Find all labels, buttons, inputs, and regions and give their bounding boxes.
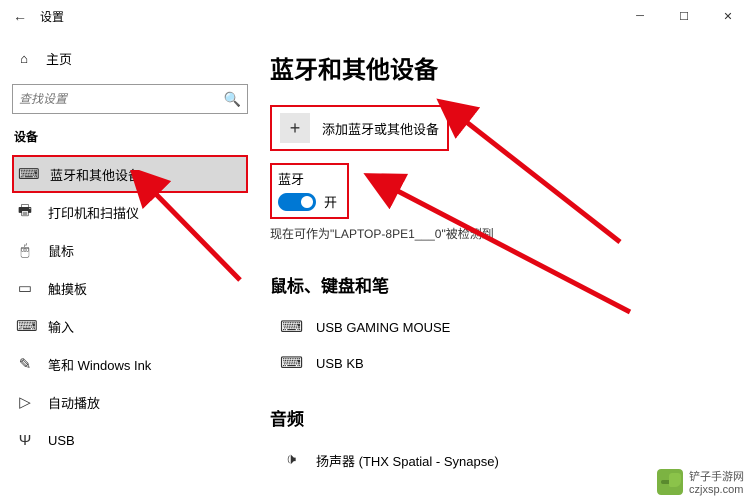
- device-name: USB KB: [316, 356, 364, 371]
- sidebar-item-usb[interactable]: Ψ USB: [12, 421, 248, 459]
- add-device-label: 添加蓝牙或其他设备: [322, 119, 439, 138]
- sidebar-item-autoplay[interactable]: ▷ 自动播放: [12, 383, 248, 421]
- sidebar-item-label: 自动播放: [48, 393, 100, 412]
- content-pane: 蓝牙和其他设备 + 添加蓝牙或其他设备 蓝牙 开 现在可作为"LAPTOP-8P…: [260, 32, 750, 500]
- autoplay-icon: ▷: [16, 393, 34, 411]
- minimize-button[interactable]: ─: [618, 0, 662, 32]
- group-heading-audio: 音频: [270, 405, 726, 430]
- speaker-icon: 🕩: [280, 451, 302, 469]
- sidebar-item-label: 打印机和扫描仪: [48, 203, 139, 222]
- bluetooth-toggle[interactable]: [278, 193, 316, 211]
- sidebar-item-bluetooth[interactable]: ⌨ 蓝牙和其他设备: [12, 155, 248, 193]
- sidebar-item-mouse[interactable]: 🖱 鼠标: [12, 231, 248, 269]
- bluetooth-state: 开: [324, 192, 337, 211]
- back-button[interactable]: ←: [8, 4, 32, 28]
- search-input[interactable]: [19, 92, 224, 106]
- device-item[interactable]: ⌨ USB KB: [270, 345, 726, 381]
- keyboard-icon: ⌨: [280, 317, 302, 337]
- close-button[interactable]: ✕: [706, 0, 750, 32]
- home-icon: ⌂: [16, 51, 32, 66]
- home-link[interactable]: ⌂ 主页: [12, 40, 248, 76]
- sidebar-section-label: 设备: [14, 128, 248, 145]
- sidebar-item-label: 蓝牙和其他设备: [50, 165, 141, 184]
- typing-icon: ⌨: [16, 317, 34, 335]
- plus-icon: +: [280, 113, 310, 143]
- pen-icon: ✎: [16, 355, 34, 373]
- watermark-logo: [657, 469, 683, 495]
- watermark: 铲子手游网 czjxsp.com: [657, 468, 744, 496]
- search-box[interactable]: 🔍: [12, 84, 248, 114]
- devices-icon: ⌨: [18, 165, 36, 183]
- mouse-icon: 🖱: [16, 242, 34, 259]
- touchpad-icon: ▭: [16, 279, 34, 297]
- home-label: 主页: [46, 49, 72, 68]
- group-heading-input: 鼠标、键盘和笔: [270, 272, 726, 297]
- sidebar-item-label: 触摸板: [48, 279, 87, 298]
- sidebar-item-label: 输入: [48, 317, 74, 336]
- sidebar: ⌂ 主页 🔍 设备 ⌨ 蓝牙和其他设备 🖶 打印机和扫描仪 🖱 鼠标 ▭: [0, 32, 260, 500]
- bluetooth-toggle-group: 蓝牙 开: [270, 163, 349, 219]
- maximize-button[interactable]: ☐: [662, 0, 706, 32]
- page-title: 蓝牙和其他设备: [270, 50, 726, 85]
- add-device-button[interactable]: + 添加蓝牙或其他设备: [270, 105, 449, 151]
- device-name: 扬声器 (THX Spatial - Synapse): [316, 451, 499, 470]
- usb-icon: Ψ: [16, 432, 34, 449]
- search-icon: 🔍: [224, 91, 241, 108]
- sidebar-item-touchpad[interactable]: ▭ 触摸板: [12, 269, 248, 307]
- keyboard-icon: ⌨: [280, 353, 302, 373]
- sidebar-item-typing[interactable]: ⌨ 输入: [12, 307, 248, 345]
- watermark-url: czjxsp.com: [689, 484, 744, 496]
- sidebar-item-label: USB: [48, 433, 75, 448]
- bluetooth-label: 蓝牙: [278, 169, 337, 188]
- device-name: USB GAMING MOUSE: [316, 320, 450, 335]
- sidebar-item-pen[interactable]: ✎ 笔和 Windows Ink: [12, 345, 248, 383]
- sidebar-item-label: 笔和 Windows Ink: [48, 355, 151, 374]
- sidebar-item-label: 鼠标: [48, 241, 74, 260]
- discoverable-text: 现在可作为"LAPTOP-8PE1___0"被检测到: [270, 225, 726, 242]
- title-bar: ← 设置 ─ ☐ ✕: [0, 0, 750, 32]
- device-item[interactable]: ⌨ USB GAMING MOUSE: [270, 309, 726, 345]
- printer-icon: 🖶: [16, 200, 34, 225]
- window-title: 设置: [40, 8, 64, 25]
- watermark-name: 铲子手游网: [689, 468, 744, 484]
- sidebar-item-printers[interactable]: 🖶 打印机和扫描仪: [12, 193, 248, 231]
